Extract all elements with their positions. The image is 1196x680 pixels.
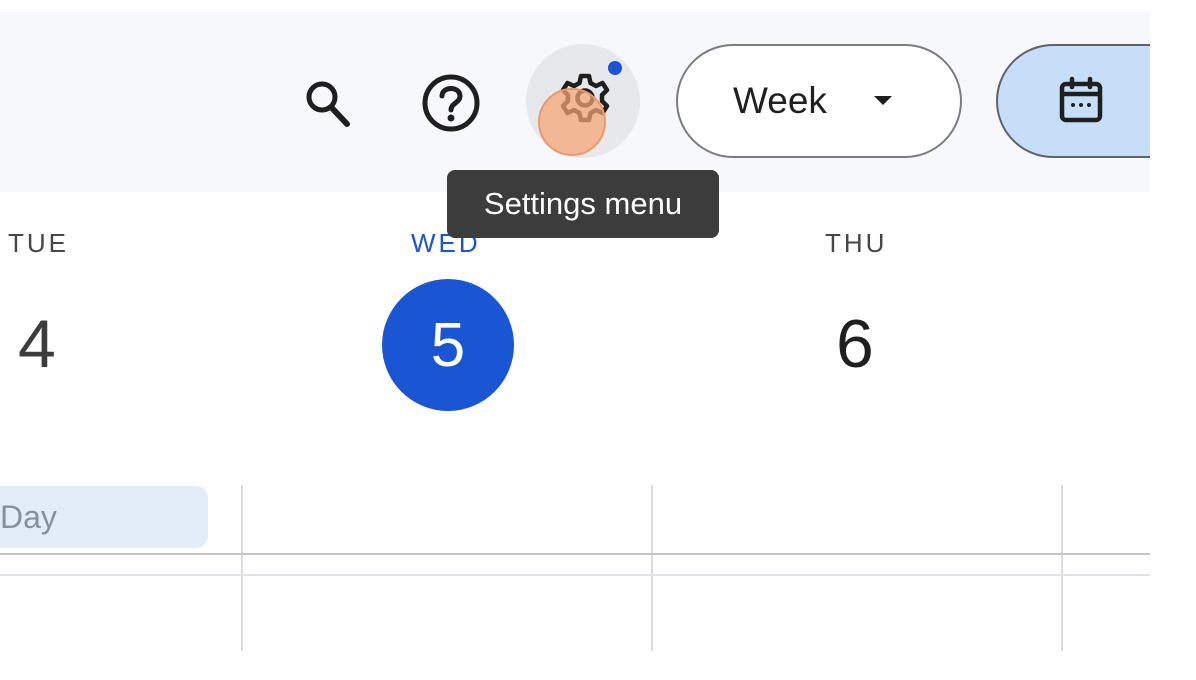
calendar-page: Week Settings menu TUE 4 WED 5 THU 6 Day	[0, 0, 1196, 680]
today-date-badge[interactable]: 5	[382, 279, 514, 411]
search-button[interactable]	[296, 72, 360, 136]
click-indicator	[538, 88, 606, 156]
chevron-down-icon	[874, 96, 892, 105]
day-number-tue[interactable]: 4	[18, 302, 56, 386]
all-day-event-chip[interactable]: Day	[0, 486, 208, 548]
day-number-thu[interactable]: 6	[836, 302, 874, 386]
day-name-thu: THU	[825, 228, 888, 258]
grid-row-divider	[0, 574, 1150, 576]
help-icon	[422, 74, 480, 132]
search-icon	[306, 81, 350, 127]
column-divider	[651, 485, 653, 651]
view-selector-label: Week	[733, 80, 827, 121]
viewport-edge	[1150, 0, 1196, 680]
notification-dot	[608, 61, 622, 75]
settings-tooltip: Settings menu	[447, 170, 719, 238]
calendar-icon	[1059, 76, 1103, 123]
day-name-tue: TUE	[8, 228, 69, 258]
column-divider	[241, 485, 243, 651]
help-button[interactable]	[418, 70, 484, 136]
view-selector-dropdown[interactable]: Week	[676, 44, 962, 158]
all-day-divider	[0, 553, 1150, 555]
column-divider	[1061, 485, 1063, 651]
